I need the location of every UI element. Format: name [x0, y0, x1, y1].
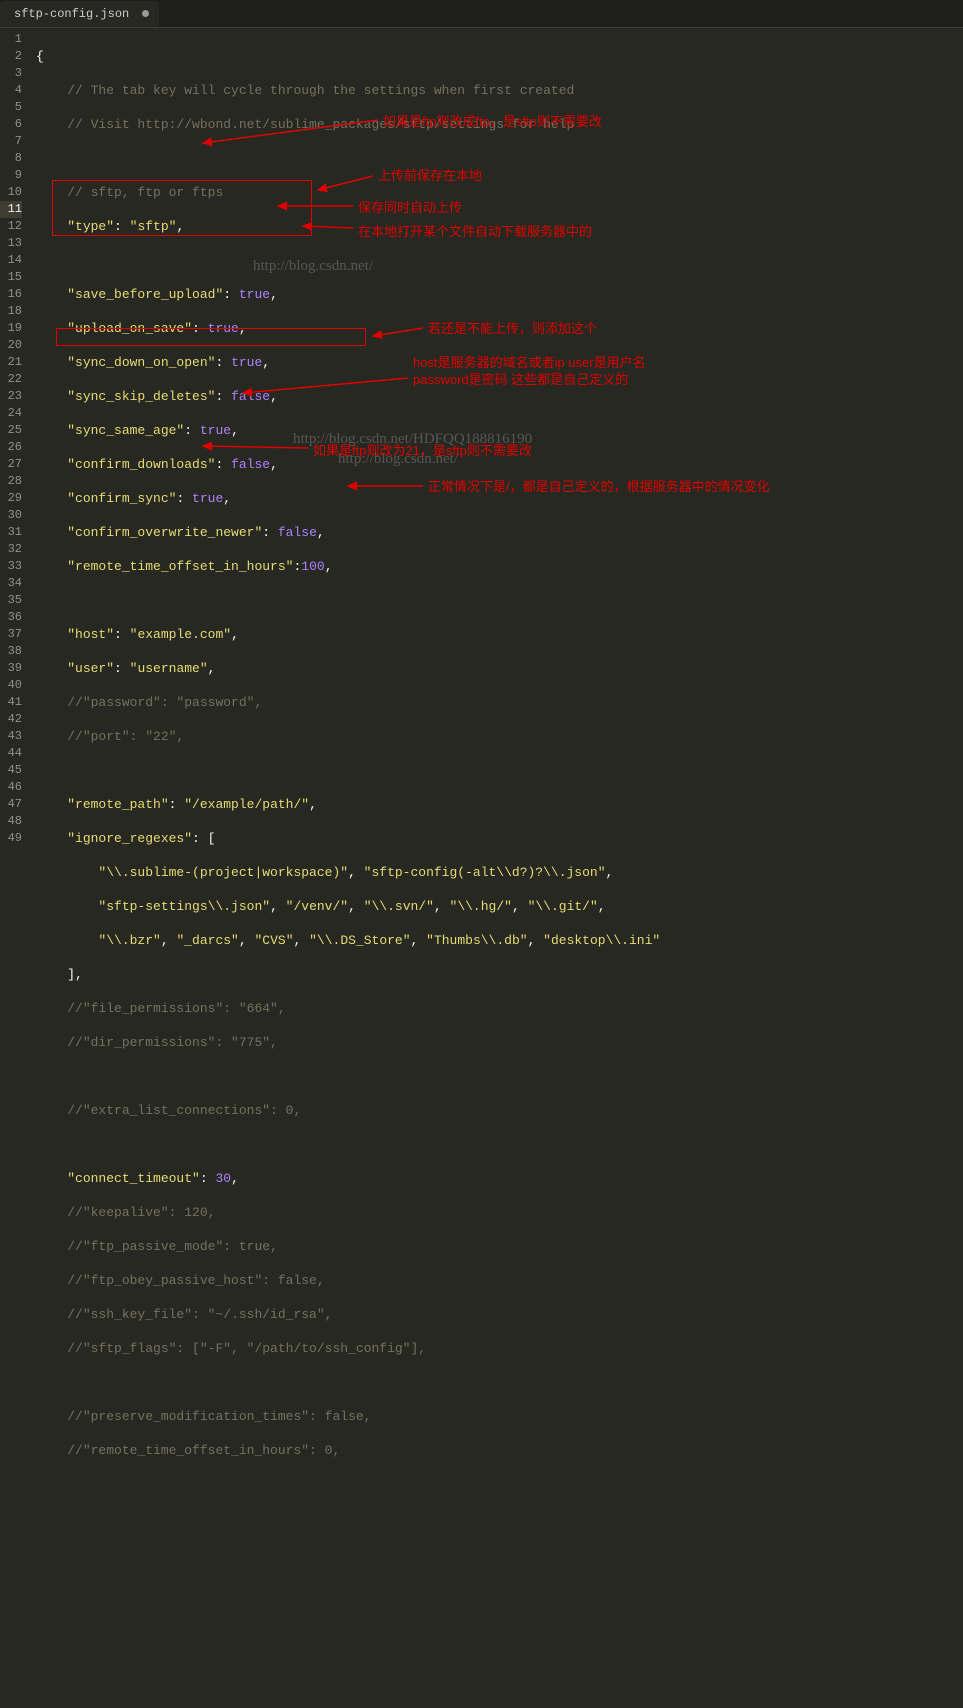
code-area[interactable]: { // The tab key will cycle through the …: [28, 28, 963, 854]
line-number: 13: [0, 235, 22, 252]
line-number: 21: [0, 354, 22, 371]
line-number: 10: [0, 184, 22, 201]
line-number: 22: [0, 371, 22, 388]
tab-filename: sftp-config.json: [14, 7, 129, 21]
line-number: 37: [0, 626, 22, 643]
line-number: 1: [0, 31, 22, 48]
line-number: 48: [0, 813, 22, 830]
line-number: 42: [0, 711, 22, 728]
line-number: 4: [0, 82, 22, 99]
line-number: 15: [0, 269, 22, 286]
line-number: 45: [0, 762, 22, 779]
line-number: 11: [0, 201, 22, 218]
line-number: 33: [0, 558, 22, 575]
annotation: 保存同时自动上传: [358, 200, 462, 217]
line-number: 39: [0, 660, 22, 677]
line-number: 24: [0, 405, 22, 422]
line-number: 26: [0, 439, 22, 456]
line-number: 8: [0, 150, 22, 167]
line-number: 2: [0, 48, 22, 65]
tab-sftp-config[interactable]: sftp-config.json: [0, 1, 159, 27]
line-number: 43: [0, 728, 22, 745]
unsaved-dot-icon: [142, 10, 149, 17]
line-number-gutter: 1234567891011121314151618192021222324252…: [0, 28, 28, 854]
tab-bar: sftp-config.json: [0, 0, 963, 28]
line-number: 28: [0, 473, 22, 490]
line-number: 25: [0, 422, 22, 439]
line-number: 35: [0, 592, 22, 609]
line-number: 44: [0, 745, 22, 762]
line-number: 31: [0, 524, 22, 541]
line-number: 14: [0, 252, 22, 269]
line-number: 23: [0, 388, 22, 405]
line-number: 30: [0, 507, 22, 524]
line-number: 6: [0, 116, 22, 133]
line-number: 20: [0, 337, 22, 354]
line-number: 36: [0, 609, 22, 626]
line-number: 9: [0, 167, 22, 184]
line-number: 29: [0, 490, 22, 507]
line-number: 7: [0, 133, 22, 150]
line-number: 38: [0, 643, 22, 660]
line-number: 32: [0, 541, 22, 558]
line-number: 19: [0, 320, 22, 337]
line-number: 3: [0, 65, 22, 82]
line-number: 18: [0, 303, 22, 320]
line-number: 16: [0, 286, 22, 303]
annotation: 上传前保存在本地: [378, 168, 482, 185]
editor: 1234567891011121314151618192021222324252…: [0, 28, 963, 854]
line-number: 49: [0, 830, 22, 847]
line-number: 34: [0, 575, 22, 592]
line-number: 40: [0, 677, 22, 694]
line-number: 5: [0, 99, 22, 116]
line-number: 46: [0, 779, 22, 796]
line-number: 41: [0, 694, 22, 711]
line-number: 27: [0, 456, 22, 473]
line-number: 47: [0, 796, 22, 813]
line-number: 12: [0, 218, 22, 235]
